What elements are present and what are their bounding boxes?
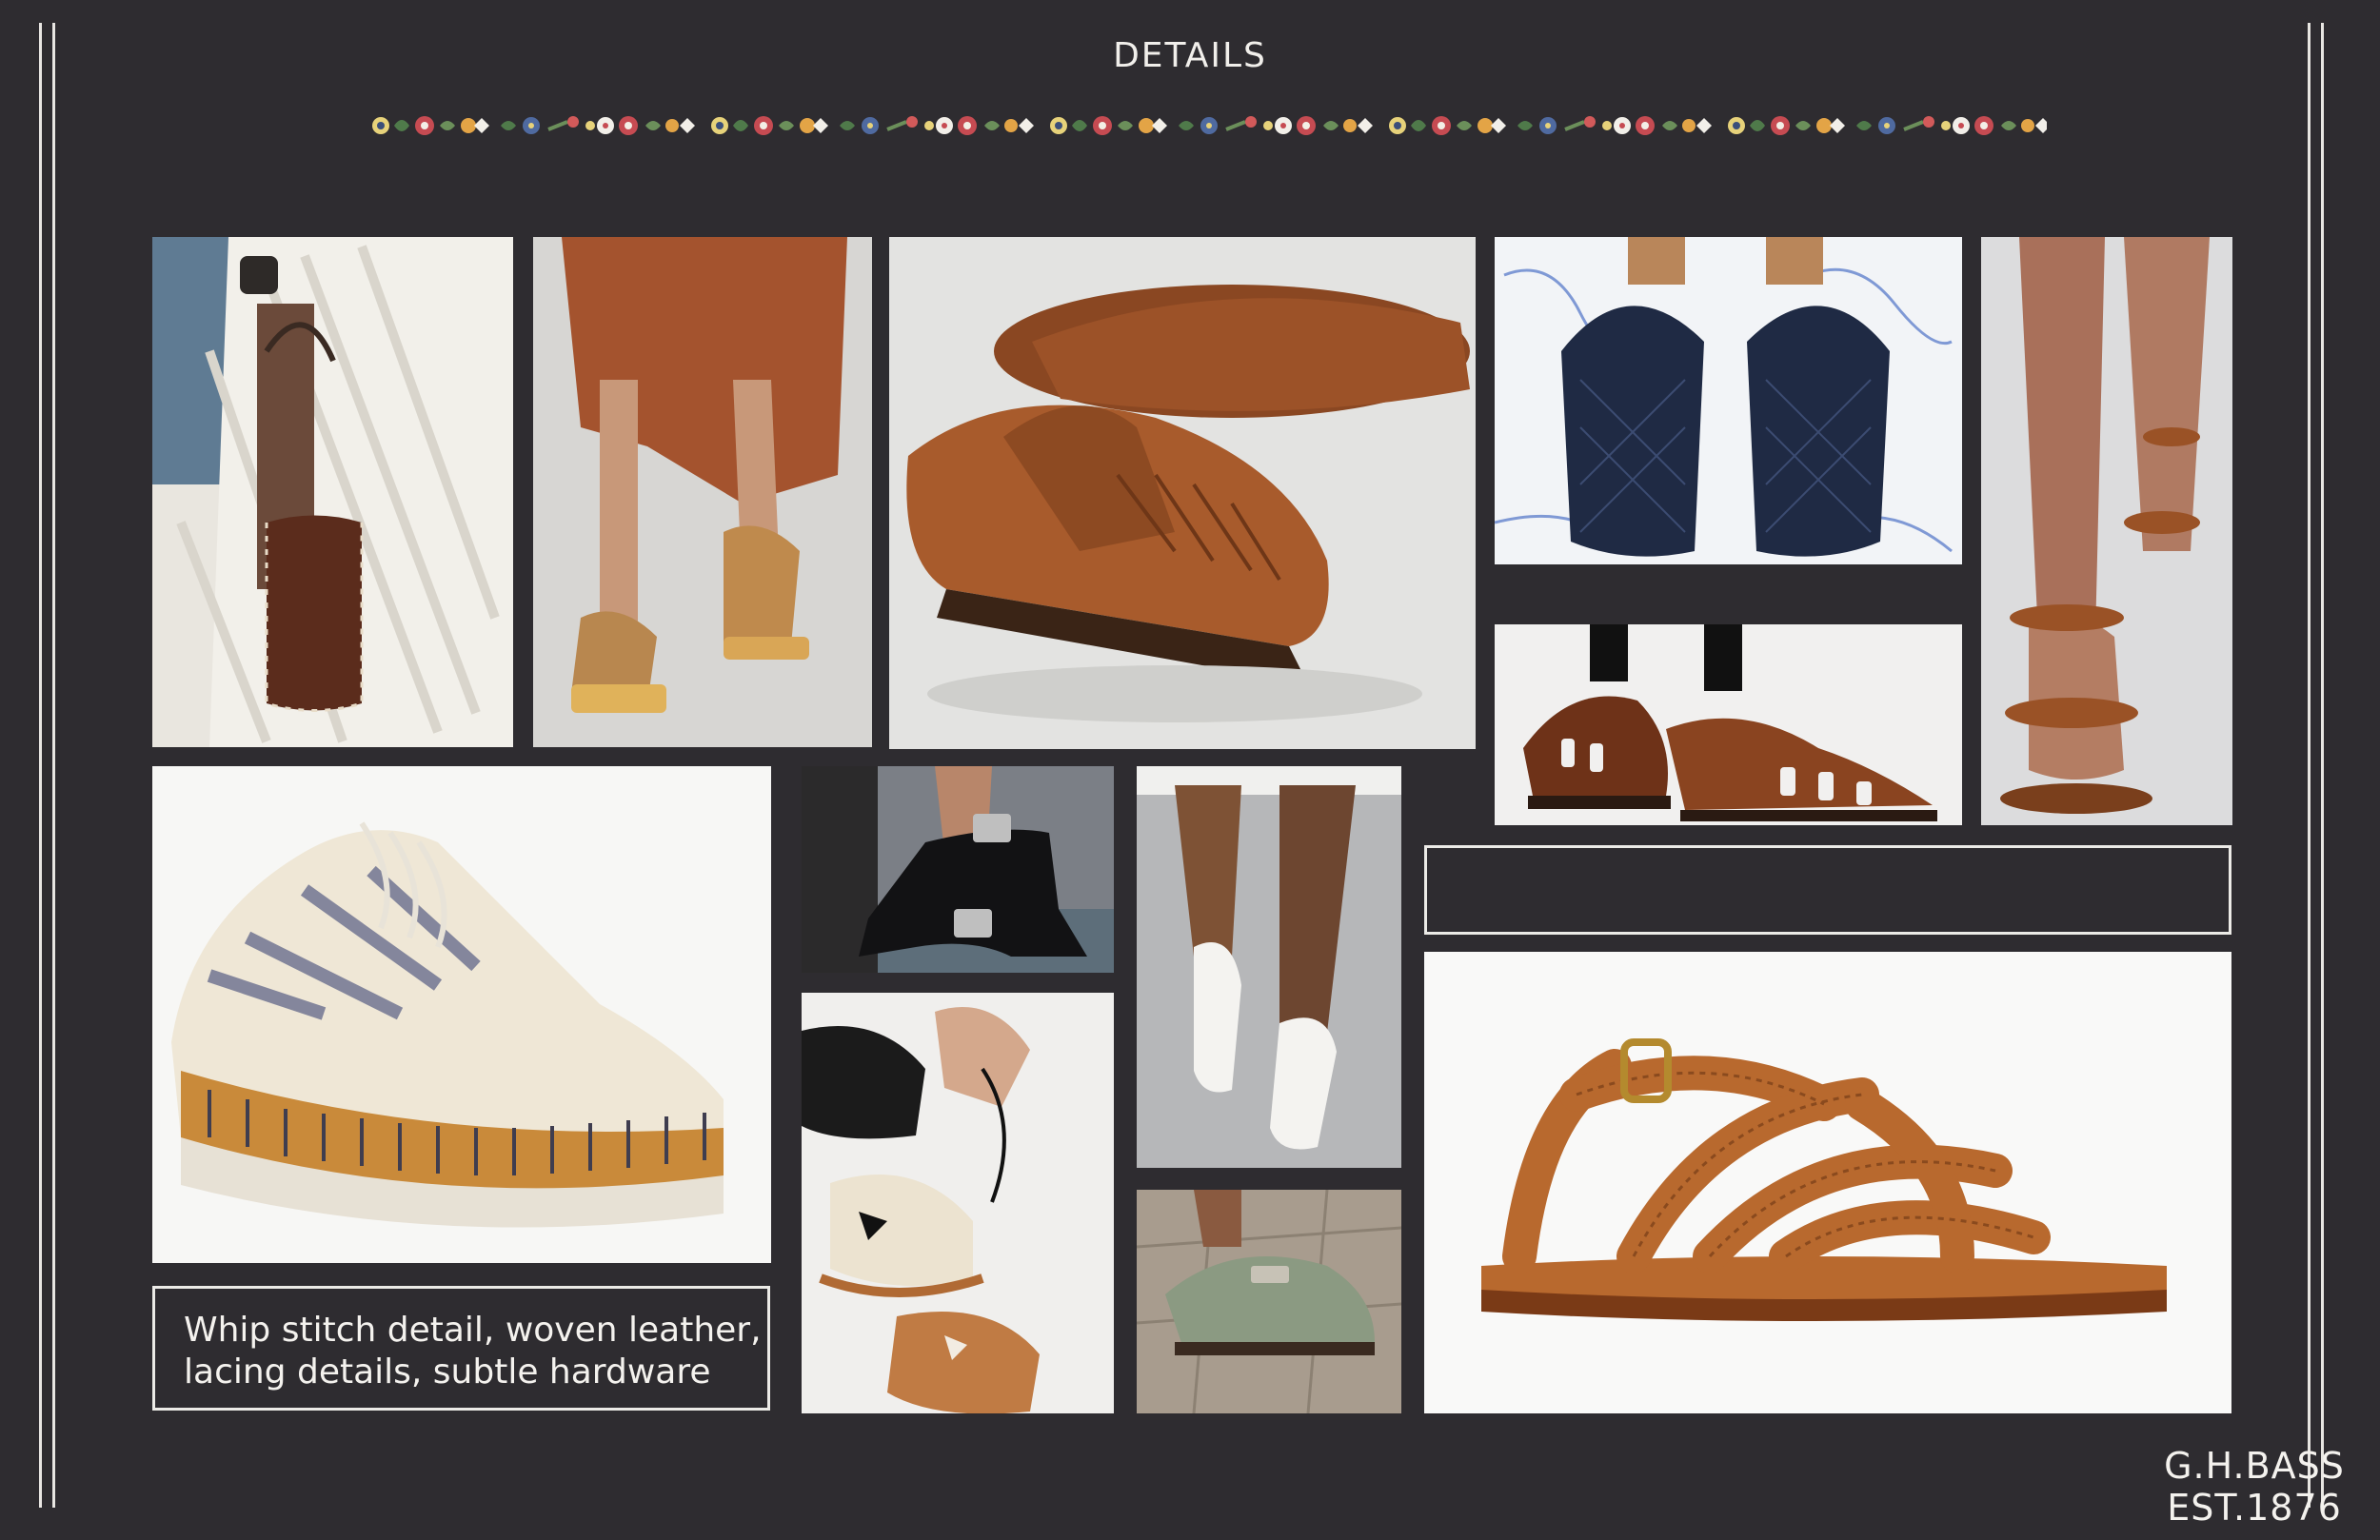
photo-braided-strap-sandal	[1981, 237, 2232, 825]
frame-line-right-inner	[2308, 23, 2311, 1508]
photo-ballet-flat	[1137, 766, 1401, 1168]
folk-floral-border	[372, 114, 2047, 137]
photo-fisherman-sandal	[1495, 624, 1962, 825]
brand-name: G.H.BASS	[2164, 1445, 2345, 1487]
photo-buckle-sandal	[802, 766, 1114, 973]
page-title: DETAILS	[1113, 36, 1267, 75]
photo-lacing-espadrilles	[802, 993, 1114, 1413]
frame-line-left-outer	[39, 23, 42, 1508]
brand-logo: G.H.BASS EST.1876	[2150, 1445, 2359, 1529]
photo-crisscross-sandal	[1424, 952, 2231, 1413]
photo-crochet-sneaker	[152, 766, 771, 1263]
brand-established: EST.1876	[2167, 1487, 2342, 1529]
photo-suede-clog	[1137, 1190, 1401, 1413]
photo-woven-bucket-bag	[152, 237, 513, 747]
caption-line-1: Whip stitch detail, woven leather,	[184, 1311, 762, 1350]
photo-navy-woven-loafer	[1495, 237, 1962, 564]
caption-box: Whip stitch detail, woven leather, lacin…	[152, 1286, 770, 1411]
frame-line-left-inner	[52, 23, 55, 1508]
frame-line-right-outer	[2321, 23, 2324, 1508]
photo-woven-penny-loafer	[889, 237, 1476, 749]
photo-lace-up-espadrille	[533, 237, 872, 747]
caption-line-2: lacing details, subtle hardware	[184, 1352, 711, 1392]
empty-text-box	[1424, 845, 2231, 935]
